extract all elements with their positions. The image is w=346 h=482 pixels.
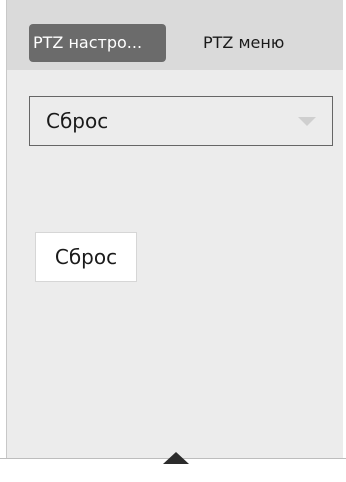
reset-button[interactable]: Сброс	[35, 232, 137, 282]
ptz-panel: PTZ настро... PTZ меню Сброс Сброс	[6, 0, 343, 458]
tab-ptz-menu[interactable]: PTZ меню	[203, 24, 323, 62]
chevron-down-icon	[298, 117, 316, 126]
tab-ptz-settings[interactable]: PTZ настро...	[29, 24, 166, 62]
collapse-up-icon[interactable]	[163, 452, 189, 464]
tab-bar: PTZ настро... PTZ меню	[7, 0, 343, 70]
preset-select-value: Сброс	[46, 109, 109, 133]
preset-select[interactable]: Сброс	[29, 96, 333, 146]
